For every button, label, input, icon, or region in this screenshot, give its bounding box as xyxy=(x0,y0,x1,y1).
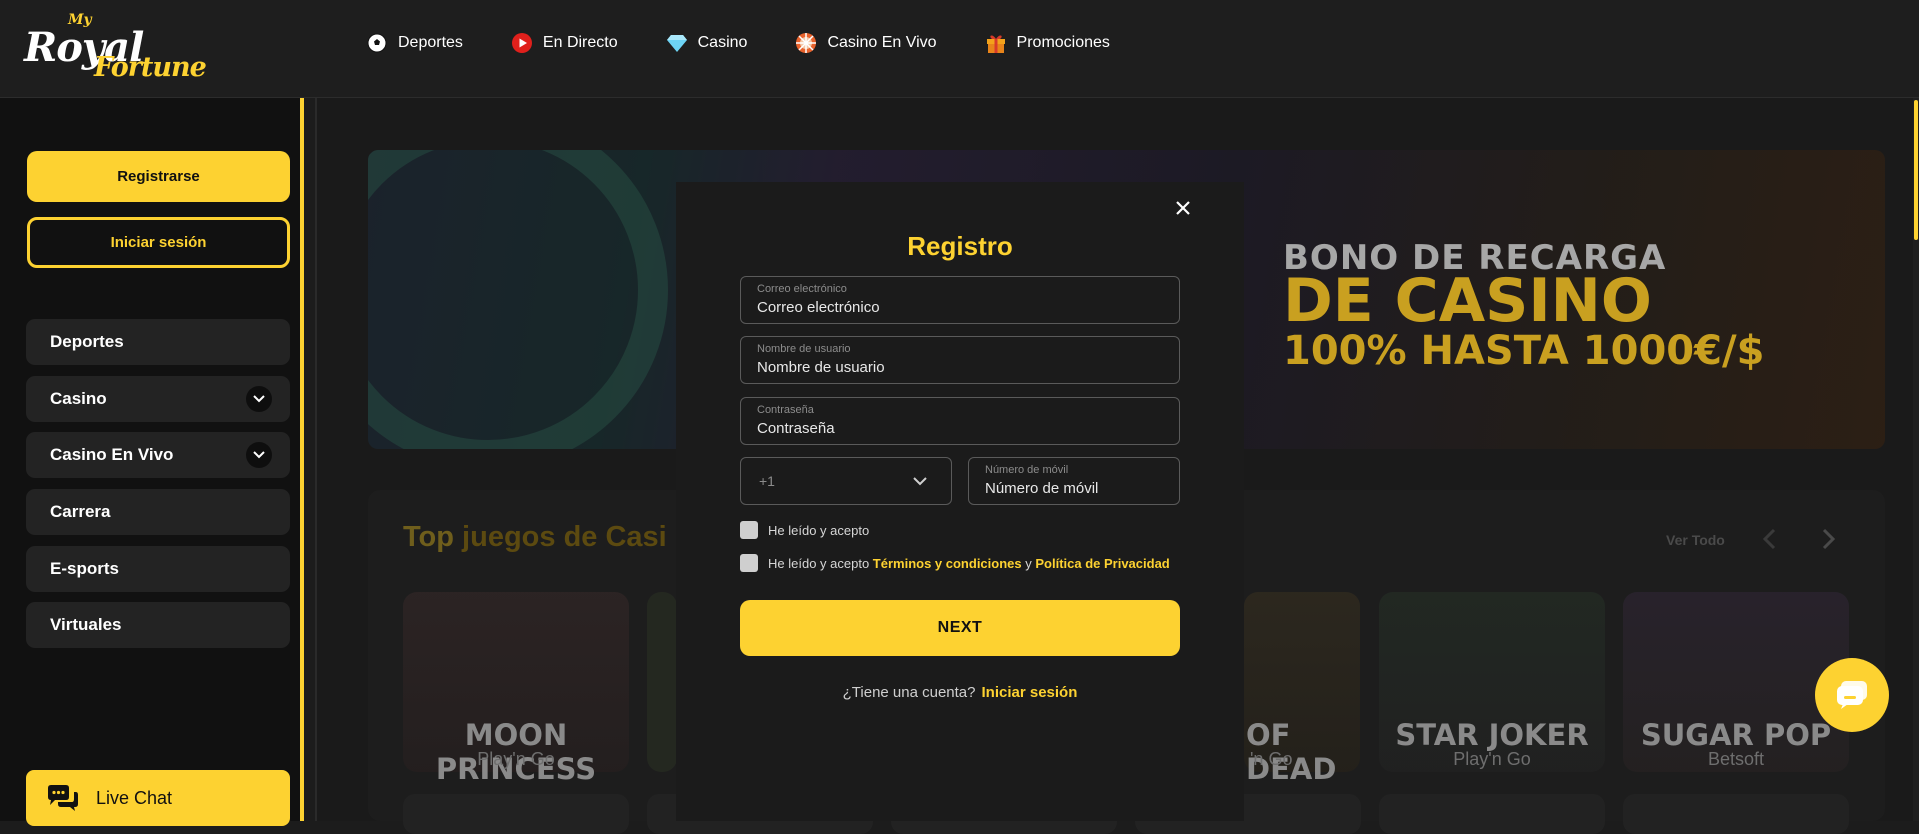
game-name: SUGAR POP xyxy=(1640,718,1832,752)
have-account-text: ¿Tiene una cuenta? xyxy=(842,684,976,701)
scrollbar-thumb[interactable] xyxy=(1914,100,1918,240)
live-chat-button[interactable]: Live Chat xyxy=(26,770,290,826)
royal-fortune-logo[interactable]: My Royal Fortune xyxy=(24,10,207,85)
phone-label: Número de móvil xyxy=(985,464,1069,476)
nav-label: Promociones xyxy=(1016,34,1110,51)
terms-link[interactable]: Términos y condiciones xyxy=(873,556,1022,571)
email-field[interactable]: Correo electrónico xyxy=(740,276,1180,324)
age-consent-checkbox[interactable] xyxy=(740,521,758,539)
section-title: Top juegos de Casi xyxy=(403,521,667,554)
register-button[interactable]: Registrarse xyxy=(27,151,290,202)
email-input[interactable] xyxy=(757,299,1157,316)
sidebar-item-label: Casino xyxy=(50,389,107,408)
close-icon[interactable] xyxy=(1170,195,1196,221)
soccer-ball-icon xyxy=(366,32,388,54)
terms-consent-checkbox[interactable] xyxy=(740,554,758,572)
nav-casino-en-vivo[interactable]: Casino En Vivo xyxy=(795,32,937,54)
sidebar-accent-bar xyxy=(300,98,304,821)
carousel-next-button[interactable] xyxy=(1814,528,1844,552)
password-field[interactable]: Contraseña xyxy=(740,397,1180,445)
modal-title: Registro xyxy=(907,231,1013,261)
game-provider: Play'n Go xyxy=(477,749,555,769)
section-title-prefix: Top xyxy=(403,521,454,553)
game-card[interactable] xyxy=(647,592,677,772)
username-field[interactable]: Nombre de usuario xyxy=(740,336,1180,384)
sidebar-item-casino[interactable]: Casino xyxy=(26,376,290,422)
chat-bubbles-icon xyxy=(48,785,78,811)
next-button[interactable]: NEXT xyxy=(740,600,1180,656)
see-all-link[interactable]: Ver Todo xyxy=(1666,532,1725,548)
nav-label: Casino En Vivo xyxy=(827,34,937,51)
top-header: My Royal Fortune Deportes En Directo Cas… xyxy=(0,0,1919,98)
sidebar-item-label: Casino En Vivo xyxy=(50,445,174,464)
game-card[interactable] xyxy=(1623,794,1849,834)
nav-label: Casino xyxy=(697,34,748,51)
sidebar-item-label: Deportes xyxy=(50,332,124,351)
main-nav: Deportes En Directo Casino Casino En Viv… xyxy=(366,32,1158,54)
roulette-icon xyxy=(795,32,817,54)
chevron-down-icon xyxy=(913,476,927,485)
nav-promociones[interactable]: Promociones xyxy=(985,32,1110,54)
have-account-row: ¿Tiene una cuenta? Iniciar sesión xyxy=(676,684,1244,701)
banner-line2: DE CASINO xyxy=(1283,266,1652,336)
chevron-left-icon xyxy=(1762,528,1776,550)
username-label: Nombre de usuario xyxy=(757,343,851,355)
gift-icon xyxy=(985,32,1007,54)
terms-consent-row: He leído y acepto Términos y condiciones… xyxy=(740,554,1170,572)
diamond-icon xyxy=(666,32,688,54)
username-input[interactable] xyxy=(757,359,1157,376)
nav-deportes[interactable]: Deportes xyxy=(366,32,463,54)
nav-label: En Directo xyxy=(542,34,618,51)
sidebar-item-label: Virtuales xyxy=(50,615,122,634)
sidebar-item-label: E-sports xyxy=(50,559,119,578)
country-code-select[interactable]: +1 xyxy=(740,457,952,505)
login-button[interactable]: Iniciar sesión xyxy=(27,217,290,268)
game-card[interactable] xyxy=(1379,794,1605,834)
game-provider: 'n Go xyxy=(1250,749,1293,769)
sidebar-item-casino-en-vivo[interactable]: Casino En Vivo xyxy=(26,432,290,478)
password-input[interactable] xyxy=(757,420,1157,437)
game-card[interactable] xyxy=(403,794,629,834)
nav-en-directo[interactable]: En Directo xyxy=(511,32,618,54)
age-consent-label: He leído y acepto xyxy=(768,522,870,538)
roulette-wheel-graphic xyxy=(368,150,668,449)
privacy-link[interactable]: Política de Privacidad xyxy=(1035,556,1169,571)
carousel-prev-button[interactable] xyxy=(1754,528,1784,552)
chevron-down-icon[interactable] xyxy=(246,386,272,412)
game-provider: Play'n Go xyxy=(1453,749,1531,769)
live-play-icon xyxy=(511,32,533,54)
chevron-down-icon[interactable] xyxy=(246,442,272,468)
game-name: STAR JOKER xyxy=(1395,718,1589,752)
sidebar-item-e-sports[interactable]: E-sports xyxy=(26,546,290,592)
email-label: Correo electrónico xyxy=(757,283,847,295)
game-provider: Betsoft xyxy=(1707,749,1765,769)
sidebar-item-label: Carrera xyxy=(50,502,111,521)
floating-chat-button[interactable] xyxy=(1815,658,1889,732)
modal-login-link[interactable]: Iniciar sesión xyxy=(982,684,1078,701)
live-chat-label: Live Chat xyxy=(96,787,173,808)
terms-prefix: He leído y acepto xyxy=(768,555,873,571)
phone-field[interactable]: Número de móvil xyxy=(968,457,1180,505)
sidebar-item-deportes[interactable]: Deportes xyxy=(26,319,290,365)
banner-line3: 100% HASTA 1000€/$ xyxy=(1283,328,1765,374)
nav-label: Deportes xyxy=(398,34,463,51)
country-code-value: +1 xyxy=(759,473,775,489)
phone-input[interactable] xyxy=(985,480,1165,497)
sidebar-item-virtuales[interactable]: Virtuales xyxy=(26,602,290,648)
sidebar-item-carrera[interactable]: Carrera xyxy=(26,489,290,535)
section-title-rest: juegos de Casi xyxy=(454,521,667,553)
terms-and: y xyxy=(1021,555,1036,571)
logo-fortune: Fortune xyxy=(94,52,207,83)
age-consent-row: He leído y acepto xyxy=(740,521,869,539)
chat-bubbles-icon xyxy=(1837,681,1867,709)
nav-casino[interactable]: Casino xyxy=(666,32,748,54)
chevron-right-icon xyxy=(1822,528,1836,550)
password-label: Contraseña xyxy=(757,404,814,416)
